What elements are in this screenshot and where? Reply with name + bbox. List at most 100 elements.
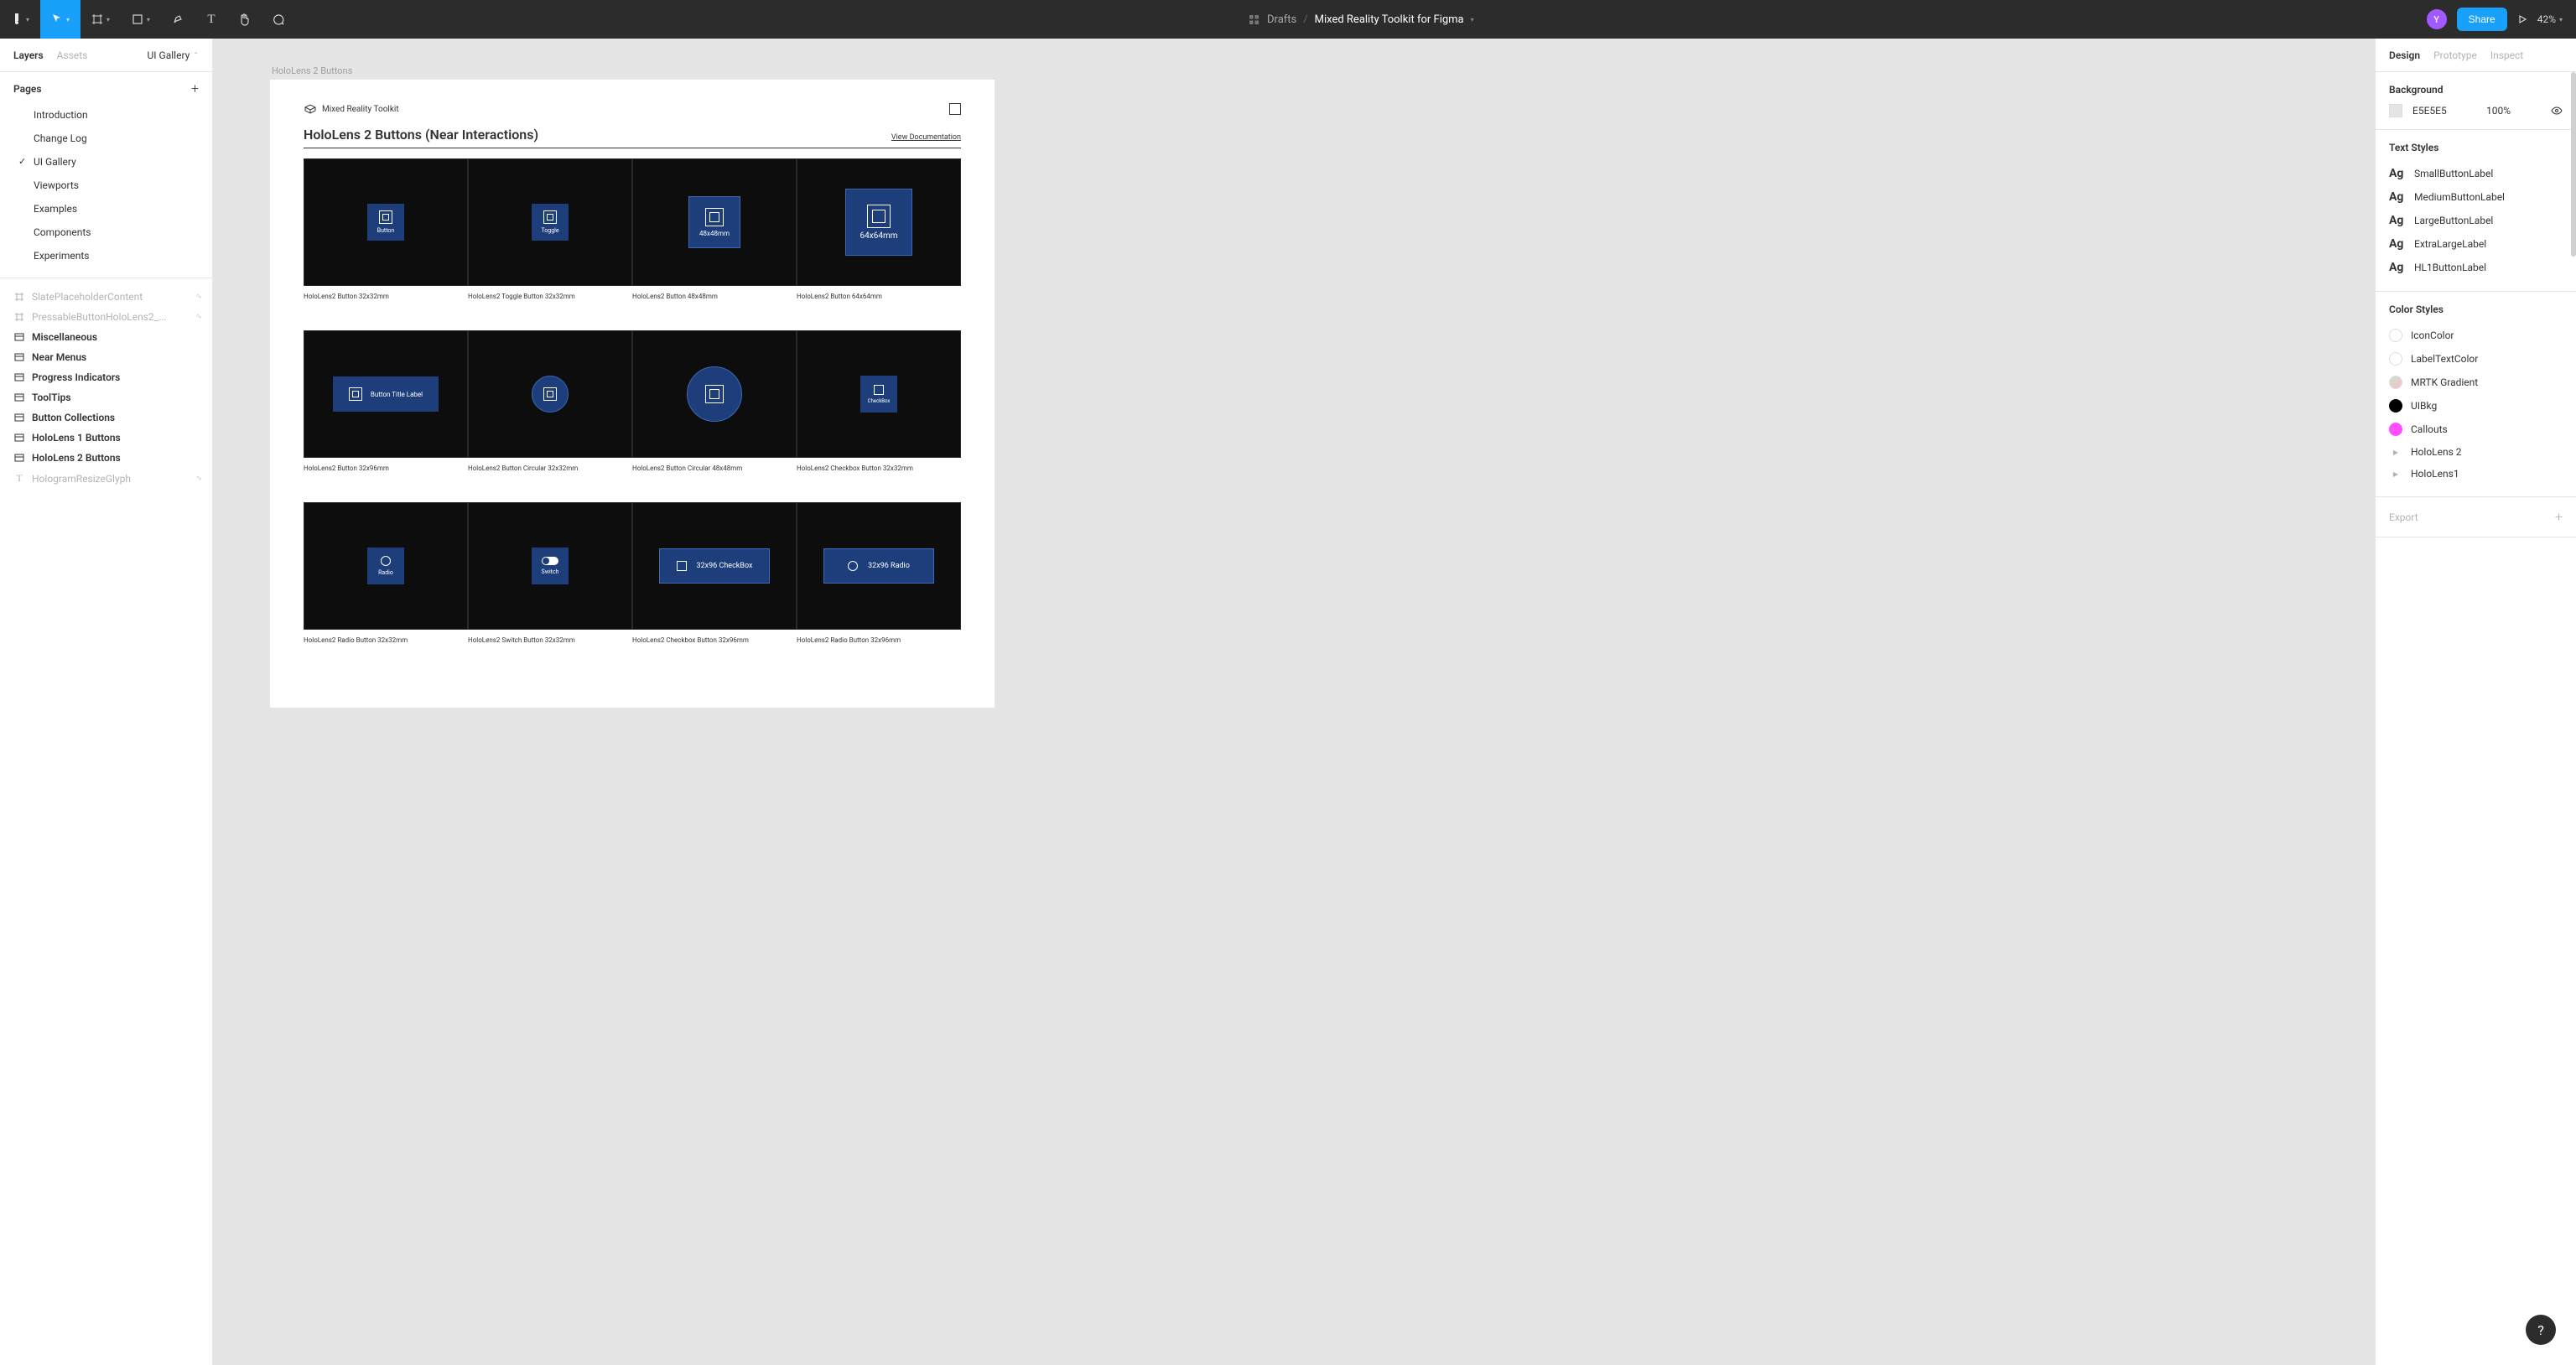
tab-layers[interactable]: Layers xyxy=(13,49,44,61)
page-item[interactable]: Change Log xyxy=(0,127,212,150)
color-style-row[interactable]: UIBkg xyxy=(2389,394,2563,418)
text-tool[interactable]: T xyxy=(195,0,228,39)
tab-assets[interactable]: Assets xyxy=(57,49,88,61)
section-title-row: HoloLens 2 Buttons (Near Interactions) V… xyxy=(304,127,961,148)
layer-item[interactable]: Progress Indicators xyxy=(0,367,212,387)
layer-item[interactable]: Miscellaneous xyxy=(0,327,212,347)
comment-tool[interactable] xyxy=(262,0,295,39)
toolkit-logo: Mixed Reality Toolkit xyxy=(304,104,399,114)
page-item[interactable]: Viewports xyxy=(0,174,212,197)
tab-design[interactable]: Design xyxy=(2389,49,2420,61)
tab-inspect[interactable]: Inspect xyxy=(2490,49,2523,61)
page-item[interactable]: Examples xyxy=(0,197,212,221)
avatar[interactable]: Y xyxy=(2427,9,2447,29)
help-button[interactable]: ? xyxy=(2526,1315,2556,1345)
layer-item[interactable]: HoloLens 2 Buttons xyxy=(0,448,212,468)
layer-item[interactable]: HoloLens 1 Buttons xyxy=(0,428,212,448)
frame-label[interactable]: HoloLens 2 Buttons xyxy=(272,65,2318,76)
hand-tool[interactable] xyxy=(228,0,262,39)
frame-icon xyxy=(13,413,25,423)
page-item[interactable]: Experiments xyxy=(0,244,212,267)
gallery-row: ButtonHoloLens2 Button 32x32mmToggleHolo… xyxy=(304,158,961,300)
gallery-caption: HoloLens2 Checkbox Button 32x32mm xyxy=(797,458,961,472)
layer-item[interactable]: SlatePlaceholderContent∿ xyxy=(0,287,212,307)
add-page-button[interactable]: + xyxy=(191,80,199,96)
layer-item[interactable]: ToolTips xyxy=(0,387,212,407)
share-button[interactable]: Share xyxy=(2457,8,2507,31)
present-button[interactable] xyxy=(2517,14,2527,24)
move-tool[interactable]: ▾ xyxy=(40,0,80,39)
layer-action-icon[interactable]: ∿ xyxy=(195,293,202,301)
chevron-right-icon: ▶ xyxy=(2389,449,2402,456)
frame-icon xyxy=(13,433,25,443)
export-section[interactable]: Export + xyxy=(2376,497,2576,537)
gallery-row: RadioHoloLens2 Radio Button 32x32mmSwitc… xyxy=(304,502,961,644)
color-group-row[interactable]: ▶HoloLens1 xyxy=(2389,463,2563,485)
gallery-cell[interactable]: 32x96 CheckBoxHoloLens2 Checkbox Button … xyxy=(632,502,797,644)
page-item[interactable]: Components xyxy=(0,221,212,244)
canvas[interactable]: HoloLens 2 Buttons Mixed Reality Toolkit… xyxy=(213,39,2375,1365)
gallery-cell[interactable]: RadioHoloLens2 Radio Button 32x32mm xyxy=(304,502,468,644)
page-item[interactable]: Introduction xyxy=(0,103,212,127)
gallery-preview: 48x48mm xyxy=(632,158,797,286)
layer-item[interactable]: Near Menus xyxy=(0,347,212,367)
gallery-cell[interactable]: HoloLens2 Button Circular 48x48mm xyxy=(632,330,797,472)
breadcrumb-location[interactable]: Drafts xyxy=(1267,13,1296,26)
breadcrumb[interactable]: Drafts / Mixed Reality Toolkit for Figma… xyxy=(295,13,2427,26)
figma-menu[interactable]: ▾ xyxy=(0,0,40,39)
page-selector[interactable]: UI Gallery ⌃ xyxy=(148,49,199,61)
frame-tool[interactable]: ▾ xyxy=(80,0,121,39)
color-style-row[interactable]: Callouts xyxy=(2389,418,2563,441)
page-item[interactable]: UI Gallery xyxy=(0,150,212,174)
frame-icon xyxy=(13,352,25,362)
layer-action-icon[interactable]: ∿ xyxy=(195,475,202,483)
eye-icon xyxy=(2551,105,2563,117)
gallery-caption: HoloLens2 Toggle Button 32x32mm xyxy=(468,286,632,300)
color-style-row[interactable]: IconColor xyxy=(2389,324,2563,347)
doc-link[interactable]: View Documentation xyxy=(891,133,961,142)
toolbar: ▾ ▾ ▾ ▾ T xyxy=(0,0,295,39)
pen-tool[interactable] xyxy=(161,0,195,39)
tab-prototype[interactable]: Prototype xyxy=(2433,49,2477,61)
button-gallery: ButtonHoloLens2 Button 32x32mmToggleHolo… xyxy=(304,158,961,644)
color-style-row[interactable]: MRTK Gradient xyxy=(2389,371,2563,394)
filename[interactable]: Mixed Reality Toolkit for Figma xyxy=(1315,13,1464,26)
text-style-row[interactable]: AgMediumButtonLabel xyxy=(2389,185,2563,209)
frame-icon xyxy=(13,392,25,402)
gallery-cell[interactable]: HoloLens2 Button Circular 32x32mm xyxy=(468,330,632,472)
text-style-row[interactable]: AgExtraLargeLabel xyxy=(2389,232,2563,256)
color-style-row[interactable]: LabelTextColor xyxy=(2389,347,2563,371)
topbar: ▾ ▾ ▾ ▾ T Drafts / Mixed Reality Too xyxy=(0,0,2576,39)
layer-action-icon[interactable]: ∿ xyxy=(195,313,202,321)
layer-item[interactable]: Button Collections xyxy=(0,407,212,428)
ag-icon: Ag xyxy=(2389,167,2406,180)
layer-item[interactable]: THologramResizeGlyph∿ xyxy=(0,468,212,489)
text-style-row[interactable]: AgHL1ButtonLabel xyxy=(2389,256,2563,279)
visibility-toggle[interactable] xyxy=(2551,105,2563,117)
gallery-cell[interactable]: ButtonHoloLens2 Button 32x32mm xyxy=(304,158,468,300)
color-group-row[interactable]: ▶HoloLens 2 xyxy=(2389,441,2563,463)
gallery-cell[interactable]: ToggleHoloLens2 Toggle Button 32x32mm xyxy=(468,158,632,300)
gallery-cell[interactable]: 64x64mmHoloLens2 Button 64x64mm xyxy=(797,158,961,300)
scrollbar[interactable] xyxy=(2571,72,2576,257)
add-export-button[interactable]: + xyxy=(2555,509,2563,525)
gallery-cell[interactable]: 48x48mmHoloLens2 Button 48x48mm xyxy=(632,158,797,300)
layer-item[interactable]: PressableButtonHoloLens2_...∿ xyxy=(0,307,212,327)
gallery-caption: HoloLens2 Switch Button 32x32mm xyxy=(468,630,632,644)
gallery-cell[interactable]: CheckBoxHoloLens2 Checkbox Button 32x32m… xyxy=(797,330,961,472)
hash-icon xyxy=(13,312,25,322)
shape-tool[interactable]: ▾ xyxy=(121,0,161,39)
bg-opacity[interactable]: 100% xyxy=(2486,105,2511,117)
text-style-row[interactable]: AgLargeButtonLabel xyxy=(2389,209,2563,232)
bg-swatch[interactable] xyxy=(2389,104,2402,117)
gallery-caption: HoloLens2 Radio Button 32x96mm xyxy=(797,630,961,644)
gallery-cell[interactable]: SwitchHoloLens2 Switch Button 32x32mm xyxy=(468,502,632,644)
gallery-cell[interactable]: 32x96 RadioHoloLens2 Radio Button 32x96m… xyxy=(797,502,961,644)
bg-hex[interactable]: E5E5E5 xyxy=(2412,105,2447,117)
background-row[interactable]: E5E5E5 100% xyxy=(2389,104,2563,117)
canvas-frame[interactable]: Mixed Reality Toolkit HoloLens 2 Buttons… xyxy=(270,80,995,708)
gallery-cell[interactable]: Button Title LabelHoloLens2 Button 32x96… xyxy=(304,330,468,472)
zoom-control[interactable]: 42% ▾ xyxy=(2537,13,2563,25)
text-style-row[interactable]: AgSmallButtonLabel xyxy=(2389,162,2563,185)
ag-icon: Ag xyxy=(2389,214,2406,227)
